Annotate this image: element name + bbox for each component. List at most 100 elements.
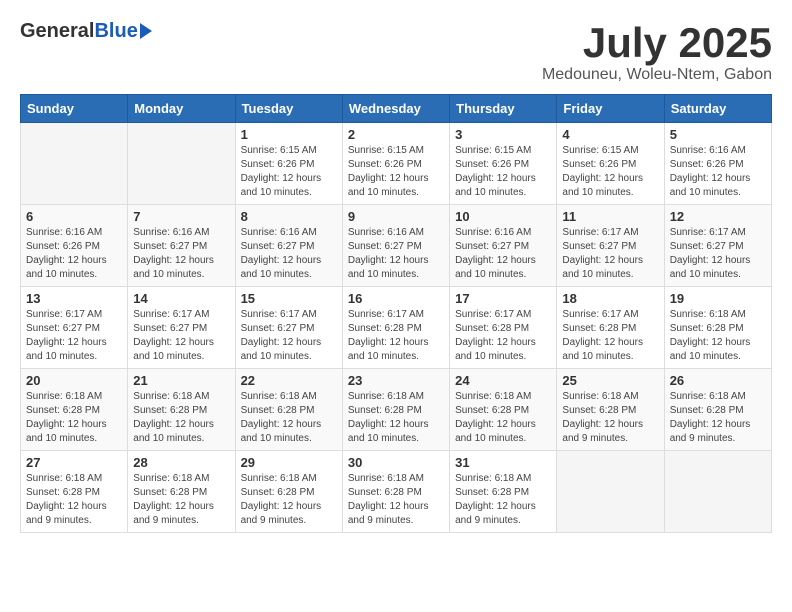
day-info: Sunrise: 6:16 AM Sunset: 6:27 PM Dayligh… <box>241 226 337 282</box>
day-number: 30 <box>348 455 444 470</box>
day-number: 21 <box>133 373 229 388</box>
calendar-cell: 6Sunrise: 6:16 AM Sunset: 6:26 PM Daylig… <box>21 205 128 287</box>
weekday-header-wednesday: Wednesday <box>342 95 449 123</box>
calendar-cell: 10 Sunrise: 6:16 AM Sunset: 6:27 PM Dayli… <box>450 205 557 287</box>
month-title: July 2025 <box>542 20 772 66</box>
day-info: Sunrise: 6:16 AM Sunset: 6:27 PM Dayligh… <box>133 226 229 282</box>
calendar-cell: 5 Sunrise: 6:16 AM Sunset: 6:26 PM Daylig… <box>664 123 771 205</box>
day-info: Sunrise: 6:17 AM Sunset: 6:27 PM Dayligh… <box>26 308 122 364</box>
calendar-cell: 19 Sunrise: 6:18 AM Sunset: 6:28 PM Dayli… <box>664 287 771 369</box>
calendar-cell: 28Sunrise: 6:18 AM Sunset: 6:28 PM Dayli… <box>128 451 235 533</box>
day-number: 19 <box>670 291 766 306</box>
day-number: 26 <box>670 373 766 388</box>
day-info: Sunrise: 6:17 AM Sunset: 6:27 PM Dayligh… <box>133 308 229 364</box>
calendar-cell: 21 Sunrise: 6:18 AM Sunset: 6:28 PM Dayli… <box>128 369 235 451</box>
day-info: Sunrise: 6:18 AM Sunset: 6:28 PM Dayligh… <box>241 472 337 528</box>
day-info: Sunrise: 6:18 AM Sunset: 6:28 PM Dayligh… <box>241 390 337 446</box>
day-number: 25 <box>562 373 658 388</box>
day-info: Sunrise: 6:18 AM Sunset: 6:28 PM Dayligh… <box>348 390 444 446</box>
day-info: Sunrise: 6:15 AM Sunset: 6:26 PM Dayligh… <box>241 144 337 200</box>
calendar-cell: 9 Sunrise: 6:16 AM Sunset: 6:27 PM Daylig… <box>342 205 449 287</box>
weekday-header-monday: Monday <box>128 95 235 123</box>
day-number: 10 <box>455 209 551 224</box>
logo-arrow-icon <box>140 23 152 39</box>
calendar-cell <box>664 451 771 533</box>
day-info: Sunrise: 6:15 AM Sunset: 6:26 PM Dayligh… <box>562 144 658 200</box>
calendar-cell: 29 Sunrise: 6:18 AM Sunset: 6:28 PM Dayli… <box>235 451 342 533</box>
day-number: 18 <box>562 291 658 306</box>
day-number: 14 <box>133 291 229 306</box>
day-info: Sunrise: 6:18 AM Sunset: 6:28 PM Dayligh… <box>133 472 229 528</box>
calendar-cell: 7 Sunrise: 6:16 AM Sunset: 6:27 PM Daylig… <box>128 205 235 287</box>
day-number: 7 <box>133 209 229 224</box>
calendar-cell: 3Sunrise: 6:15 AM Sunset: 6:26 PM Daylig… <box>450 123 557 205</box>
calendar-week-row: 13 Sunrise: 6:17 AM Sunset: 6:27 PM Dayli… <box>21 287 772 369</box>
day-info: Sunrise: 6:18 AM Sunset: 6:28 PM Dayligh… <box>670 390 766 446</box>
day-number: 13 <box>26 291 122 306</box>
day-number: 31 <box>455 455 551 470</box>
logo-general-text: General <box>20 20 94 43</box>
day-info: Sunrise: 6:18 AM Sunset: 6:28 PM Dayligh… <box>455 390 551 446</box>
calendar-cell: 13 Sunrise: 6:17 AM Sunset: 6:27 PM Dayli… <box>21 287 128 369</box>
calendar-cell: 27Sunrise: 6:18 AM Sunset: 6:28 PM Dayli… <box>21 451 128 533</box>
day-info: Sunrise: 6:16 AM Sunset: 6:27 PM Dayligh… <box>348 226 444 282</box>
weekday-header-row: SundayMondayTuesdayWednesdayThursdayFrid… <box>21 95 772 123</box>
day-number: 15 <box>241 291 337 306</box>
day-number: 3 <box>455 127 551 142</box>
calendar-cell: 4 Sunrise: 6:15 AM Sunset: 6:26 PM Daylig… <box>557 123 664 205</box>
calendar-cell: 25 Sunrise: 6:18 AM Sunset: 6:28 PM Dayli… <box>557 369 664 451</box>
day-info: Sunrise: 6:16 AM Sunset: 6:26 PM Dayligh… <box>670 144 766 200</box>
day-number: 9 <box>348 209 444 224</box>
calendar-cell: 30 Sunrise: 6:18 AM Sunset: 6:28 PM Dayli… <box>342 451 449 533</box>
day-info: Sunrise: 6:17 AM Sunset: 6:27 PM Dayligh… <box>562 226 658 282</box>
day-number: 1 <box>241 127 337 142</box>
calendar-cell: 1 Sunrise: 6:15 AM Sunset: 6:26 PM Daylig… <box>235 123 342 205</box>
day-info: Sunrise: 6:17 AM Sunset: 6:28 PM Dayligh… <box>455 308 551 364</box>
calendar-week-row: 1 Sunrise: 6:15 AM Sunset: 6:26 PM Daylig… <box>21 123 772 205</box>
day-number: 4 <box>562 127 658 142</box>
calendar-cell: 23 Sunrise: 6:18 AM Sunset: 6:28 PM Dayli… <box>342 369 449 451</box>
day-info: Sunrise: 6:16 AM Sunset: 6:26 PM Dayligh… <box>26 226 122 282</box>
calendar-week-row: 20Sunrise: 6:18 AM Sunset: 6:28 PM Dayli… <box>21 369 772 451</box>
day-number: 8 <box>241 209 337 224</box>
day-number: 24 <box>455 373 551 388</box>
calendar-cell: 18 Sunrise: 6:17 AM Sunset: 6:28 PM Dayli… <box>557 287 664 369</box>
day-number: 12 <box>670 209 766 224</box>
calendar-cell: 14 Sunrise: 6:17 AM Sunset: 6:27 PM Dayli… <box>128 287 235 369</box>
weekday-header-tuesday: Tuesday <box>235 95 342 123</box>
calendar-cell: 20Sunrise: 6:18 AM Sunset: 6:28 PM Dayli… <box>21 369 128 451</box>
calendar-cell: 31Sunrise: 6:18 AM Sunset: 6:28 PM Dayli… <box>450 451 557 533</box>
day-info: Sunrise: 6:18 AM Sunset: 6:28 PM Dayligh… <box>562 390 658 446</box>
logo-blue-text: Blue <box>94 20 137 43</box>
calendar-cell: 22 Sunrise: 6:18 AM Sunset: 6:28 PM Dayli… <box>235 369 342 451</box>
calendar-cell <box>128 123 235 205</box>
day-info: Sunrise: 6:18 AM Sunset: 6:28 PM Dayligh… <box>348 472 444 528</box>
day-number: 22 <box>241 373 337 388</box>
weekday-header-saturday: Saturday <box>664 95 771 123</box>
day-info: Sunrise: 6:18 AM Sunset: 6:28 PM Dayligh… <box>133 390 229 446</box>
calendar-cell <box>21 123 128 205</box>
weekday-header-thursday: Thursday <box>450 95 557 123</box>
calendar-cell: 2Sunrise: 6:15 AM Sunset: 6:26 PM Daylig… <box>342 123 449 205</box>
day-number: 5 <box>670 127 766 142</box>
day-info: Sunrise: 6:15 AM Sunset: 6:26 PM Dayligh… <box>348 144 444 200</box>
calendar-table: SundayMondayTuesdayWednesdayThursdayFrid… <box>20 94 772 533</box>
calendar-cell <box>557 451 664 533</box>
calendar-cell: 24 Sunrise: 6:18 AM Sunset: 6:28 PM Dayli… <box>450 369 557 451</box>
day-info: Sunrise: 6:17 AM Sunset: 6:28 PM Dayligh… <box>348 308 444 364</box>
location-text: Medouneu, Woleu-Ntem, Gabon <box>542 66 772 84</box>
calendar-cell: 17Sunrise: 6:17 AM Sunset: 6:28 PM Dayli… <box>450 287 557 369</box>
day-info: Sunrise: 6:17 AM Sunset: 6:27 PM Dayligh… <box>670 226 766 282</box>
calendar-cell: 12 Sunrise: 6:17 AM Sunset: 6:27 PM Dayli… <box>664 205 771 287</box>
calendar-cell: 15Sunrise: 6:17 AM Sunset: 6:27 PM Dayli… <box>235 287 342 369</box>
day-info: Sunrise: 6:18 AM Sunset: 6:28 PM Dayligh… <box>670 308 766 364</box>
day-info: Sunrise: 6:16 AM Sunset: 6:27 PM Dayligh… <box>455 226 551 282</box>
day-number: 23 <box>348 373 444 388</box>
weekday-header-friday: Friday <box>557 95 664 123</box>
calendar-cell: 16Sunrise: 6:17 AM Sunset: 6:28 PM Dayli… <box>342 287 449 369</box>
calendar-cell: 26 Sunrise: 6:18 AM Sunset: 6:28 PM Dayli… <box>664 369 771 451</box>
logo: General Blue <box>20 20 152 43</box>
day-info: Sunrise: 6:17 AM Sunset: 6:28 PM Dayligh… <box>562 308 658 364</box>
day-number: 29 <box>241 455 337 470</box>
weekday-header-sunday: Sunday <box>21 95 128 123</box>
